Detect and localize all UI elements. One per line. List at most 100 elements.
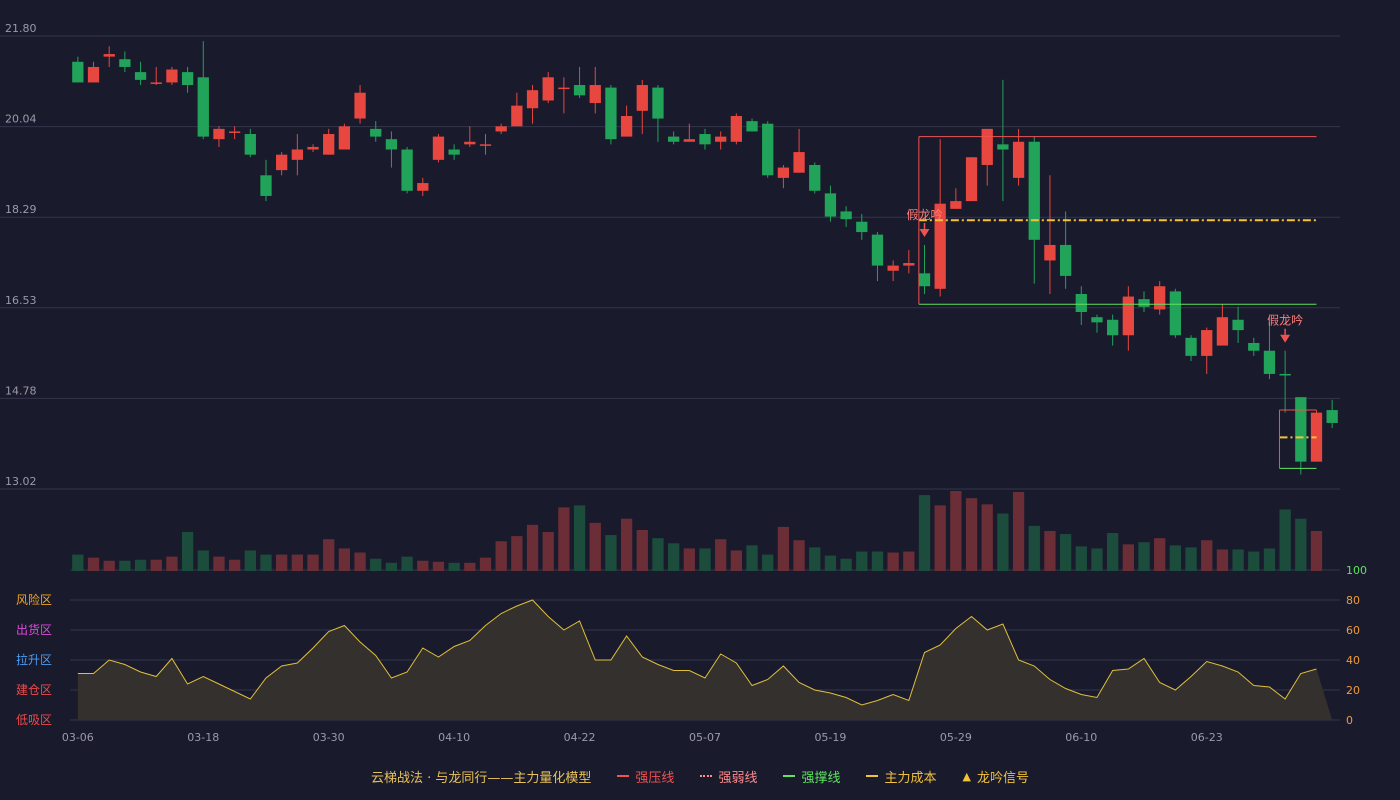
signal-label: 假龙吟 xyxy=(906,207,942,222)
candle-body xyxy=(558,87,570,90)
candle-body xyxy=(526,90,539,109)
candle-body xyxy=(683,139,695,142)
candle-body xyxy=(1201,330,1213,356)
candle-body xyxy=(1044,244,1056,261)
volume-bar xyxy=(1075,546,1087,571)
volume-bar xyxy=(1012,492,1025,571)
date-tick-label: 06-23 xyxy=(1191,731,1223,744)
candle-body xyxy=(824,193,837,217)
legend-label-strength: 强弱线 xyxy=(718,770,758,786)
candle-body xyxy=(87,66,100,83)
signal-arrow-icon xyxy=(1280,334,1291,343)
candle-body xyxy=(1326,410,1338,423)
candle-body xyxy=(746,121,758,132)
volume-bar xyxy=(746,545,758,571)
volume-bar xyxy=(840,558,852,571)
volume-bar xyxy=(903,551,915,571)
candle-body xyxy=(887,265,899,271)
legend-swatch-cost xyxy=(866,775,879,777)
candle-body xyxy=(385,139,398,150)
volume-bar xyxy=(119,560,131,571)
candle-body xyxy=(291,149,303,160)
volume-bar xyxy=(620,518,633,571)
price-tick-label: 16.53 xyxy=(5,294,37,307)
candle-body xyxy=(354,92,366,119)
volume-bar xyxy=(1295,518,1307,571)
volume-bar xyxy=(354,552,366,571)
volume-bar xyxy=(699,548,711,571)
volume-bar xyxy=(1059,534,1072,571)
volume-bar xyxy=(103,560,115,571)
candle-body xyxy=(715,136,727,142)
volume-bar xyxy=(134,559,147,571)
volume-bar xyxy=(181,532,194,571)
volume-bar xyxy=(558,507,570,571)
date-tick-label: 05-29 xyxy=(940,731,972,744)
volume-bar xyxy=(338,548,351,571)
volume-bar xyxy=(636,529,648,571)
candle-body xyxy=(856,221,868,233)
candle-body xyxy=(981,128,993,165)
candle-body xyxy=(589,85,601,104)
candle-body xyxy=(1248,342,1260,351)
signal-label: 假龙吟 xyxy=(1267,313,1303,328)
candle-body xyxy=(730,115,743,142)
zone-label: 出货区 xyxy=(16,622,52,637)
legend-item-resist: 强压线 xyxy=(617,767,674,786)
candle-body xyxy=(134,72,147,80)
volume-bar xyxy=(871,551,884,571)
indicator-tick-label: 60 xyxy=(1346,624,1360,637)
volume-bar xyxy=(683,548,695,571)
candle-body xyxy=(495,126,507,132)
volume-bar xyxy=(605,535,617,571)
candle-body xyxy=(370,128,382,137)
candle-body xyxy=(793,152,805,173)
candle-body xyxy=(1075,293,1087,313)
volume-bar xyxy=(197,550,209,571)
volume-bar xyxy=(809,547,821,571)
volume-bar xyxy=(417,560,429,571)
candle-body xyxy=(950,201,962,209)
date-tick-label: 06-10 xyxy=(1065,731,1097,744)
candle-body xyxy=(542,77,554,101)
candle-body xyxy=(1263,350,1276,374)
volume-bar xyxy=(652,538,664,571)
candle-body xyxy=(276,154,288,171)
candle-body xyxy=(965,157,978,202)
volume-bar xyxy=(1263,548,1276,571)
signal-arrow-icon xyxy=(919,228,930,237)
candle-body xyxy=(1169,291,1182,336)
date-tick-label: 03-30 xyxy=(313,731,345,744)
candle-body xyxy=(432,136,445,160)
volume-bar xyxy=(1279,509,1291,571)
volume-bar xyxy=(307,554,319,571)
candle-body xyxy=(1122,296,1134,336)
candle-body xyxy=(244,134,256,155)
volume-bar xyxy=(1154,538,1166,571)
candle-body xyxy=(699,134,711,145)
candle-body xyxy=(605,87,617,140)
volume-bar xyxy=(228,559,241,571)
volume-bar xyxy=(667,543,680,571)
legend-label-support: 强撑线 xyxy=(801,770,841,786)
legend-swatch-support xyxy=(783,775,796,777)
volume-bar xyxy=(291,554,303,571)
level-lines xyxy=(918,136,1317,469)
candle-body xyxy=(1154,286,1166,310)
volume-bar xyxy=(213,556,225,571)
volume-bar xyxy=(1185,547,1197,571)
candle-body xyxy=(777,167,790,178)
zone-label: 风险区 xyxy=(16,592,52,607)
volume-bar xyxy=(479,557,492,571)
volume-bar xyxy=(1310,531,1323,571)
volume-bar xyxy=(1091,548,1103,571)
volume-bar xyxy=(323,539,335,571)
volume-bar xyxy=(495,541,507,571)
legend-item-cost: 主力成本 xyxy=(866,767,936,786)
candle-body xyxy=(903,263,915,266)
volume-bar xyxy=(981,504,993,571)
candle-body xyxy=(762,123,774,176)
candle-body xyxy=(401,149,413,191)
volume-bar xyxy=(762,554,774,571)
volume-bar xyxy=(965,498,978,571)
